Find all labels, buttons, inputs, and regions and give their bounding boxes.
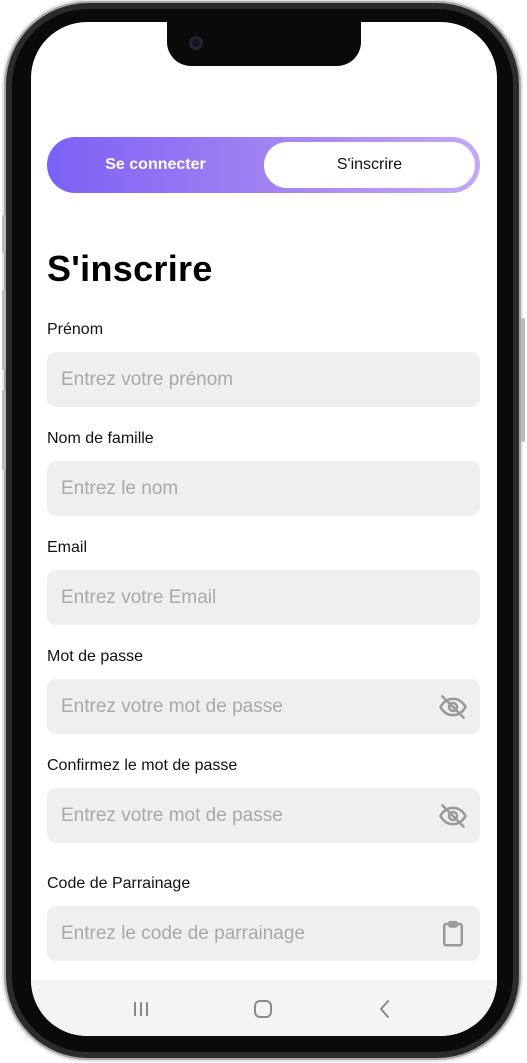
first-name-field-container [47, 352, 480, 407]
referral-code-field-container [47, 906, 480, 961]
back-icon[interactable] [370, 994, 400, 1024]
front-camera [189, 36, 203, 50]
eye-off-icon[interactable] [438, 692, 468, 722]
signup-tab[interactable]: S'inscrire [264, 142, 475, 188]
password-field-container [47, 679, 480, 734]
last-name-field-container [47, 461, 480, 516]
action-button [2, 215, 6, 253]
email-label: Email [47, 539, 88, 556]
clipboard-icon[interactable] [438, 919, 468, 949]
system-nav-bar [31, 980, 497, 1036]
eye-off-icon[interactable] [438, 801, 468, 831]
referral-code-label: Code de Parrainage [47, 875, 191, 892]
last-name-label: Nom de famille [47, 430, 154, 447]
volume-down-button [2, 390, 6, 470]
page-title: S'inscrire [47, 248, 213, 289]
first-name-input[interactable] [47, 352, 421, 407]
password-input[interactable] [47, 679, 421, 734]
login-tab[interactable]: Se connecter [47, 137, 264, 193]
home-icon[interactable] [248, 994, 278, 1024]
auth-toggle: Se connecter S'inscrire [47, 137, 480, 193]
password-label: Mot de passe [47, 648, 144, 665]
power-button [521, 318, 525, 442]
first-name-label: Prénom [47, 321, 104, 338]
confirm-password-input[interactable] [47, 788, 421, 843]
recent-apps-icon[interactable] [126, 994, 156, 1024]
last-name-input[interactable] [47, 461, 421, 516]
confirm-password-field-container [47, 788, 480, 843]
volume-up-button [2, 290, 6, 370]
referral-code-input[interactable] [47, 906, 421, 961]
confirm-password-label: Confirmez le mot de passe [47, 757, 238, 774]
email-input[interactable] [47, 570, 421, 625]
email-field-container [47, 570, 480, 625]
screen: Se connecter S'inscrire S'inscrire Préno… [31, 22, 497, 1036]
